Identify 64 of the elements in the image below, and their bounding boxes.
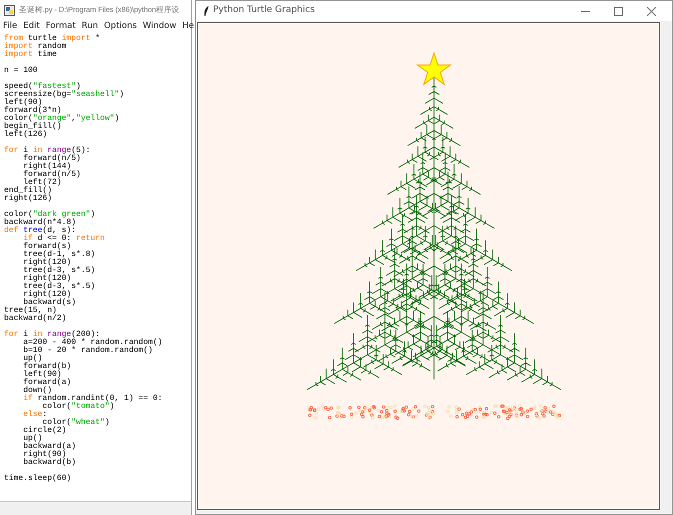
app-icon bbox=[4, 4, 15, 16]
code-line: import time bbox=[4, 51, 57, 59]
code-line: screensize(bg="seashell") bbox=[4, 91, 124, 99]
code-line: backward(s) bbox=[23, 299, 76, 307]
code-line: b=10 - 20 * random.random() bbox=[22, 347, 153, 355]
code-line: right(144) bbox=[22, 163, 72, 171]
maximize-icon[interactable] bbox=[614, 6, 623, 16]
code-line: right(120) bbox=[22, 291, 72, 299]
code-line: def tree(d, s): bbox=[4, 227, 76, 235]
code-line: else: bbox=[22, 411, 48, 419]
code-line: backward(b) bbox=[22, 459, 76, 467]
minimize-icon[interactable] bbox=[581, 10, 590, 12]
code-line: up() bbox=[22, 435, 42, 443]
code-line: up() bbox=[22, 355, 42, 363]
code-line: tree(d-1, s*.8) bbox=[22, 251, 96, 259]
code-line: if d <= 0: return bbox=[22, 235, 105, 243]
code-line: forward(n/5) bbox=[22, 155, 81, 163]
menu-item[interactable]: Format bbox=[42, 20, 79, 33]
code-line: forward(n/5) bbox=[22, 171, 81, 179]
code-line: circle(2) bbox=[22, 427, 66, 435]
code-line: forward(s) bbox=[22, 243, 72, 251]
star-icon bbox=[416, 51, 452, 86]
menu-item[interactable]: Edit bbox=[20, 20, 43, 33]
code-line: time.sleep(60) bbox=[4, 475, 72, 483]
code-line: left(90) bbox=[22, 371, 62, 379]
menu-item[interactable]: File bbox=[0, 20, 20, 33]
code-line: down() bbox=[22, 387, 52, 395]
code-line: for i in range(5): bbox=[4, 147, 90, 155]
code-line: end_fill() bbox=[4, 187, 52, 195]
code-line: backward(a) bbox=[22, 443, 76, 451]
code-line: if random.randint(0, 1) == 0: bbox=[22, 395, 162, 403]
code-line: tree(15, n) bbox=[4, 307, 57, 315]
window-title: Python Turtle Graphics bbox=[213, 4, 315, 18]
code-line: left(72) bbox=[23, 179, 62, 187]
code-line: right(120) bbox=[22, 275, 72, 283]
code-line: n = 100 bbox=[4, 67, 38, 75]
code-line: backward(n/2) bbox=[4, 315, 66, 323]
close-icon[interactable] bbox=[647, 6, 656, 16]
feather-icon bbox=[204, 6, 209, 16]
code-line: color("wheat") bbox=[42, 419, 110, 427]
code-line: from turtle import * bbox=[4, 35, 100, 43]
code-line: for i in range(200): bbox=[4, 331, 100, 339]
code-line: forward(b) bbox=[22, 363, 72, 371]
code-line: tree(d-3, s*.5) bbox=[22, 267, 96, 275]
code-line: color("dark green") bbox=[4, 211, 96, 219]
code-line: backward(n*4.8) bbox=[4, 219, 76, 227]
code-line: forward(a) bbox=[22, 379, 72, 387]
code-line: begin_fill() bbox=[4, 123, 62, 131]
code-line: a=200 - 400 * random.random() bbox=[22, 339, 162, 347]
code-line: right(126) bbox=[4, 195, 52, 203]
code-line: tree(d-3, s*.5) bbox=[22, 283, 96, 291]
code-line: import random bbox=[4, 43, 66, 51]
code-line: left(126) bbox=[4, 131, 48, 139]
menu-item[interactable]: Options bbox=[100, 20, 140, 33]
code-line: right(90) bbox=[22, 451, 66, 459]
menu-item[interactable]: Run bbox=[78, 20, 101, 33]
code-line: color("tomato") bbox=[42, 403, 114, 411]
menu-item[interactable]: Window bbox=[140, 20, 180, 33]
code-line: left(90) bbox=[4, 99, 42, 107]
code-line: forward(3*n) bbox=[4, 107, 62, 115]
code-line: speed("fastest") bbox=[4, 83, 81, 91]
code-line: right(120) bbox=[22, 259, 72, 267]
menu-item[interactable]: He bbox=[179, 20, 197, 33]
code-line: color("orange","yellow") bbox=[4, 115, 120, 123]
